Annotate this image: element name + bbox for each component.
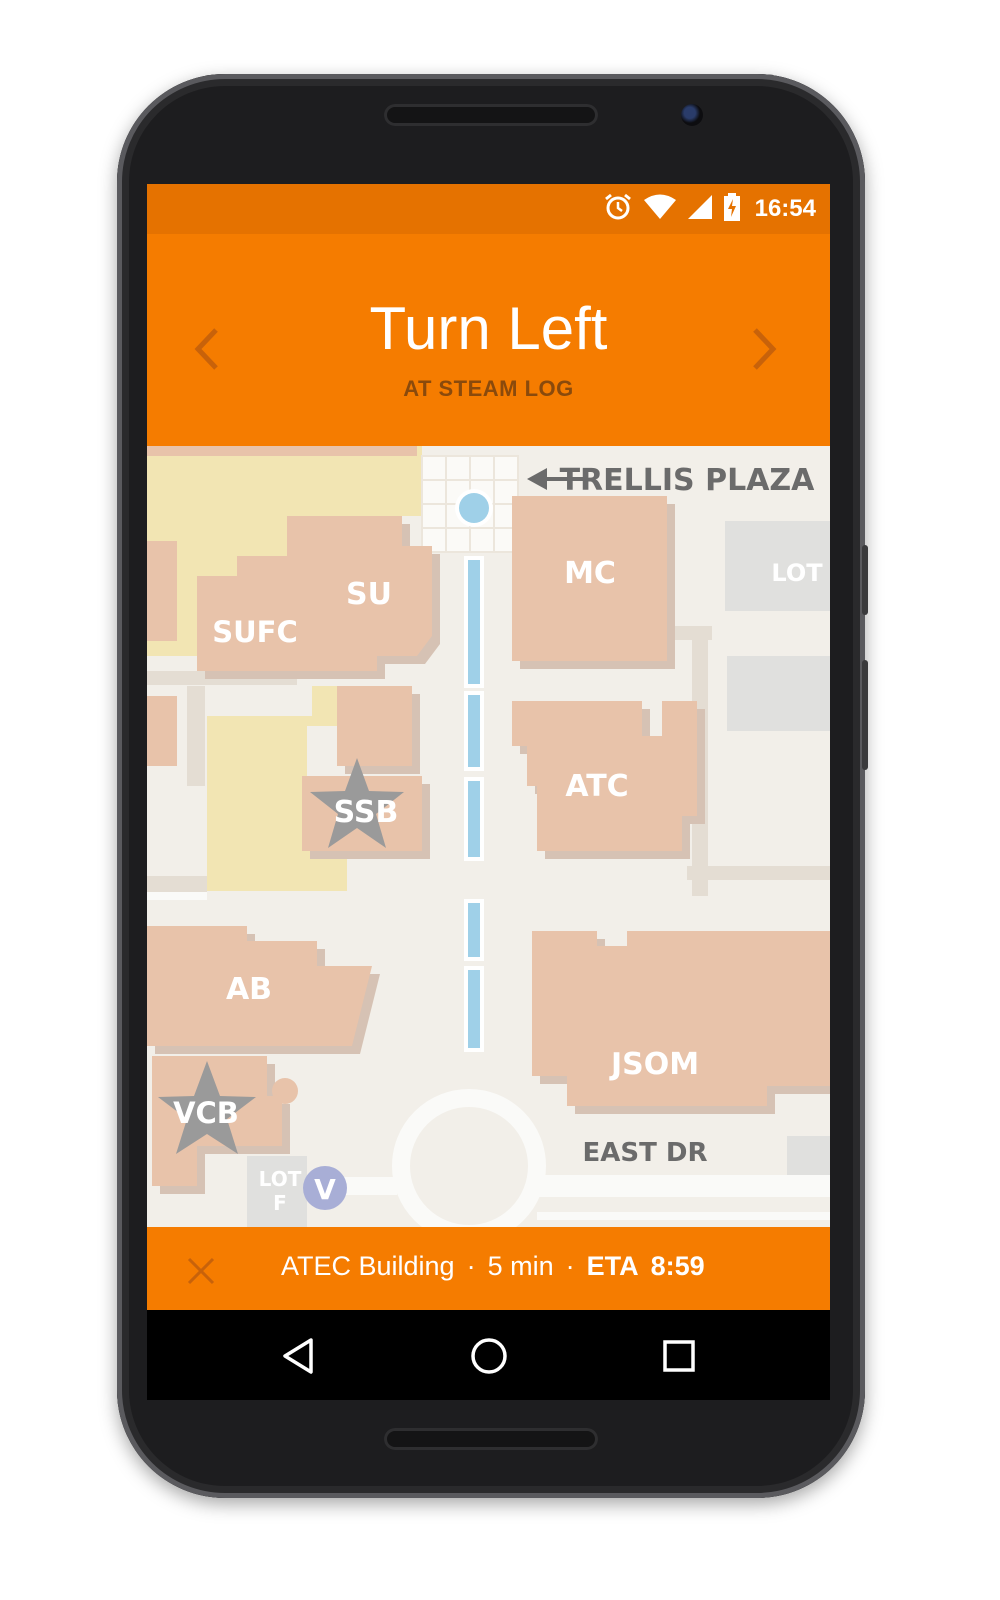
instruction-detail: AT STEAM LOG [403, 376, 574, 401]
clock: 16:54 [754, 195, 816, 222]
jsom-building-label[interactable]: JSOM [609, 1047, 699, 1082]
trip-info: ATEC Building · 5 min · ETA 8:59 [281, 1251, 705, 1282]
alarm-icon [603, 192, 633, 227]
back-icon [283, 1338, 313, 1374]
su-building-label[interactable]: SU [346, 577, 392, 612]
recents-button[interactable] [657, 1334, 701, 1378]
east-dr-label: EAST DR [583, 1138, 708, 1168]
next-step-button[interactable] [744, 324, 784, 374]
vcb-building-label[interactable]: VCB [173, 1096, 239, 1130]
trellis-plaza-label: TRELLIS PLAZA [560, 463, 816, 498]
home-button[interactable] [467, 1334, 511, 1378]
trip-duration: 5 min [487, 1251, 554, 1281]
sufc-building-label[interactable]: SUFC [212, 615, 298, 649]
battery-charging-icon [723, 192, 741, 226]
cancel-navigation-button[interactable] [183, 1253, 219, 1289]
front-camera [681, 104, 703, 126]
eta-label: ETA [586, 1251, 639, 1281]
home-icon [471, 1338, 507, 1374]
campus-map[interactable]: TRELLIS PLAZA MC LOT SU SUFC ATC SSB AB … [147, 446, 830, 1227]
lot-f-letter: F [273, 1191, 287, 1215]
signal-icon [687, 194, 713, 225]
screen: 16:54 Turn Left AT STEAM LOG TRELLIS PLA… [147, 184, 830, 1400]
power-button [862, 660, 868, 770]
turn-instruction: Turn Left [369, 295, 608, 362]
visitor-marker-label: V [314, 1173, 336, 1206]
ssb-building-label[interactable]: SSB [334, 795, 399, 830]
top-speaker [384, 104, 598, 126]
mc-building-label[interactable]: MC [564, 556, 616, 591]
trip-summary-bar: ATEC Building · 5 min · ETA 8:59 [147, 1227, 830, 1310]
lot-f-label: LOT [259, 1167, 302, 1191]
wifi-icon [643, 194, 677, 225]
separator: · [466, 1251, 476, 1281]
reflecting-pools [464, 556, 484, 1052]
current-location-marker [459, 493, 489, 523]
ab-building-label[interactable]: AB [226, 972, 272, 1007]
close-icon [187, 1257, 215, 1285]
destination-name: ATEC Building [281, 1251, 455, 1281]
lot-label: LOT [771, 559, 823, 587]
chevron-right-icon [753, 328, 777, 370]
status-bar: 16:54 [147, 184, 830, 234]
system-navigation-bar [147, 1310, 830, 1400]
bottom-speaker [384, 1428, 598, 1450]
recents-icon [663, 1340, 695, 1372]
directions-header: Turn Left AT STEAM LOG [147, 234, 830, 446]
separator: · [565, 1251, 575, 1281]
atc-building-label[interactable]: ATC [565, 769, 628, 804]
back-button[interactable] [277, 1334, 321, 1378]
eta-time: 8:59 [650, 1251, 705, 1281]
volume-button [862, 545, 868, 615]
